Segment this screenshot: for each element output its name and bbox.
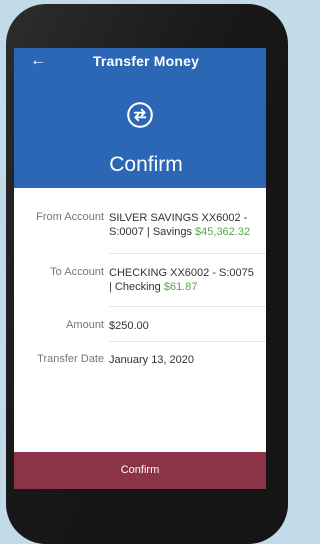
app-screen: ← Transfer Money Confirm From Account SI… bbox=[14, 48, 266, 489]
divider bbox=[109, 341, 266, 342]
to-account-balance: $61.87 bbox=[163, 281, 198, 293]
confirm-heading: Confirm bbox=[109, 153, 183, 176]
to-account-value: CHECKING XX6002 - S:0075 | Checking $61.… bbox=[109, 266, 259, 294]
transfer-date-value: January 13, 2020 bbox=[109, 354, 195, 366]
from-account-value: SILVER SAVINGS XX6002 - S:0007 | Savings… bbox=[109, 211, 259, 239]
from-account-balance: $45,362.32 bbox=[195, 226, 251, 238]
transfer-date-label: Transfer Date bbox=[37, 353, 104, 365]
swap-arrows-icon bbox=[127, 102, 153, 128]
divider bbox=[109, 306, 266, 307]
divider bbox=[109, 253, 266, 254]
to-account-label: To Account bbox=[50, 266, 104, 278]
amount-label: Amount bbox=[66, 319, 104, 331]
from-account-label: From Account bbox=[36, 211, 104, 223]
header-bar: ← Transfer Money Confirm bbox=[14, 48, 266, 188]
amount-value: $250.00 bbox=[109, 320, 149, 332]
page-title: Transfer Money bbox=[92, 53, 200, 69]
confirm-button[interactable]: Confirm bbox=[14, 452, 266, 489]
